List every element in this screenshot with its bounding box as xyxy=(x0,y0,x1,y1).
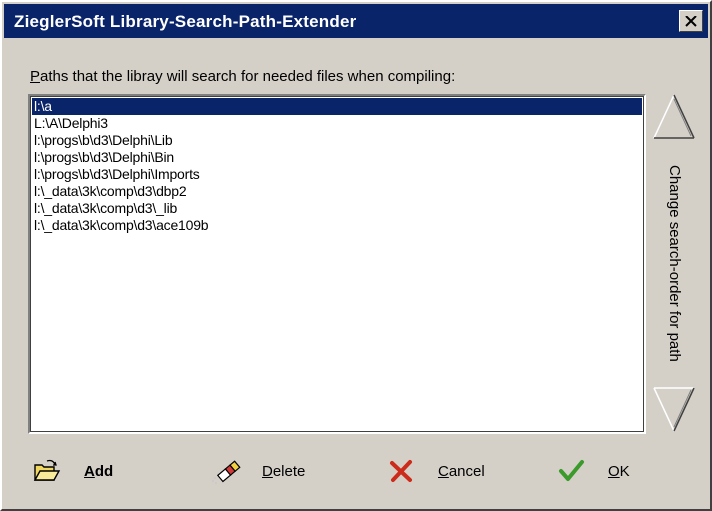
ok-mnemonic: O xyxy=(608,462,620,480)
path-list-item[interactable]: l:\progs\b\d3\Delphi\Lib xyxy=(32,132,642,149)
cancel-mnemonic: C xyxy=(438,462,449,480)
window-title: ZieglerSoft Library-Search-Path-Extender xyxy=(14,12,357,31)
path-list-item[interactable]: L:\A\Delphi3 xyxy=(32,115,642,132)
add-button[interactable]: Add xyxy=(32,454,113,488)
path-list-item[interactable]: l:\a xyxy=(32,98,642,115)
cancel-label-rest: ancel xyxy=(448,462,485,480)
delete-button[interactable]: Delete xyxy=(210,454,305,488)
search-order-panel: Change search-order for path xyxy=(650,90,698,438)
move-down-button[interactable] xyxy=(650,384,698,436)
path-list-item[interactable]: l:\_data\3k\comp\d3\ace109b xyxy=(32,217,642,234)
search-order-label: Change search-order for path xyxy=(666,164,683,362)
red-x-icon xyxy=(386,456,416,486)
ok-label-rest: K xyxy=(619,462,630,480)
cancel-button[interactable]: Cancel xyxy=(386,454,485,488)
green-check-icon xyxy=(556,456,586,486)
open-folder-icon xyxy=(32,456,62,486)
path-list-item[interactable]: l:\_data\3k\comp\d3\dbp2 xyxy=(32,183,642,200)
cancel-button-label: Cancel xyxy=(438,463,485,480)
path-list-item[interactable]: l:\progs\b\d3\Delphi\Imports xyxy=(32,166,642,183)
paths-label: Paths that the libray will search for ne… xyxy=(30,68,455,85)
close-button[interactable] xyxy=(679,10,703,32)
delete-mnemonic: D xyxy=(262,462,273,480)
ok-button-label: OK xyxy=(608,463,630,480)
eraser-icon xyxy=(210,456,241,486)
add-mnemonic: A xyxy=(84,462,95,480)
title-bar[interactable]: ZieglerSoft Library-Search-Path-Extender xyxy=(4,4,708,38)
close-icon xyxy=(685,16,697,27)
add-label-rest: dd xyxy=(94,462,114,480)
delete-button-label: Delete xyxy=(262,463,305,480)
paths-listbox[interactable]: l:\a L:\A\Delphi3 l:\progs\b\d3\Delphi\Lib… xyxy=(28,94,646,434)
paths-label-mnemonic: P xyxy=(30,68,41,85)
paths-label-text: aths that the libray will search for nee… xyxy=(40,68,456,85)
down-triangle-icon xyxy=(653,387,695,432)
move-up-button[interactable] xyxy=(650,90,698,142)
path-list-item[interactable]: l:\_data\3k\comp\d3\_lib xyxy=(32,200,642,217)
ok-button[interactable]: OK xyxy=(556,454,630,488)
up-triangle-icon xyxy=(653,94,695,139)
add-button-label: Add xyxy=(84,463,113,480)
path-list: l:\a L:\A\Delphi3 l:\progs\b\d3\Delphi\Lib… xyxy=(30,96,644,234)
dialog-window: ZieglerSoft Library-Search-Path-Extender… xyxy=(0,0,712,511)
path-list-item[interactable]: l:\progs\b\d3\Delphi\Bin xyxy=(32,149,642,166)
delete-label-rest: elete xyxy=(272,462,306,480)
